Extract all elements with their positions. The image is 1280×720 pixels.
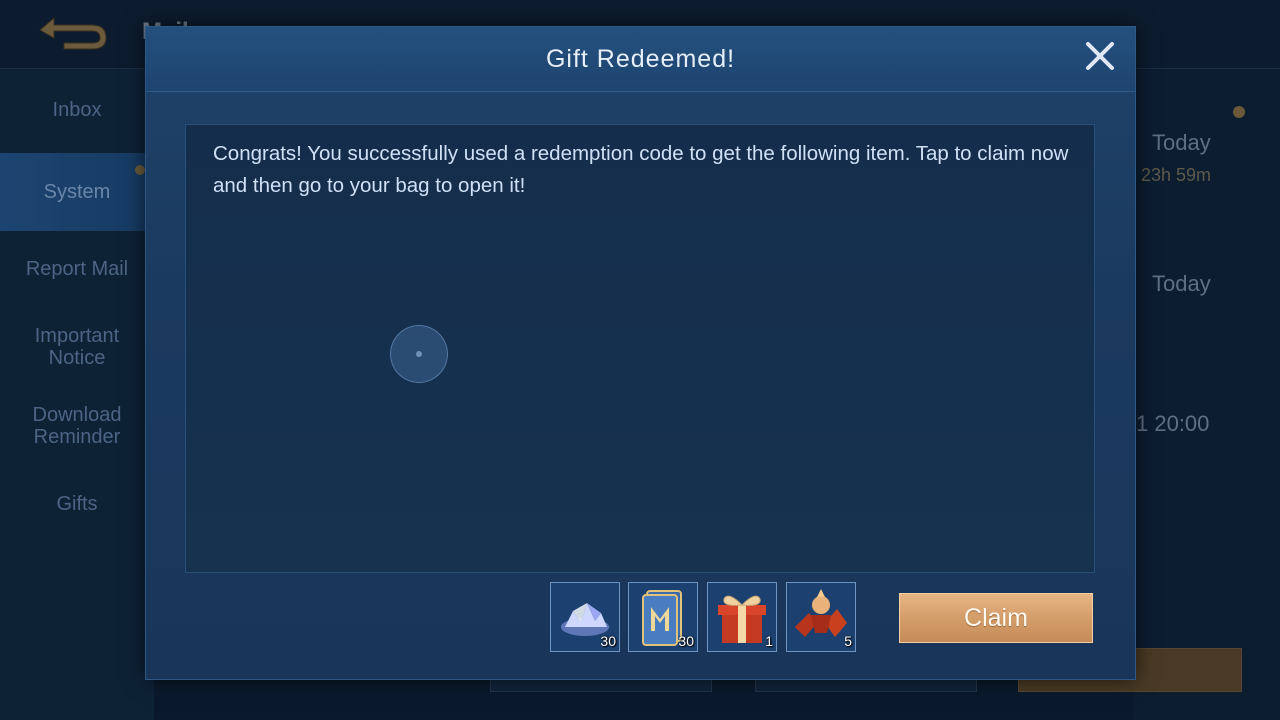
gift-redeemed-dialog: Gift Redeemed! Congrats! You successfull… (145, 26, 1136, 680)
message-panel: Congrats! You successfully used a redemp… (185, 124, 1095, 573)
reward-item-fragment[interactable]: 5 (786, 582, 856, 652)
mail-date: Today (1152, 271, 1211, 296)
close-icon[interactable] (1083, 39, 1117, 73)
reward-count: 5 (844, 633, 852, 649)
mail-sidebar: Inbox System Report Mail Important Notic… (0, 69, 154, 720)
reward-item-m-card[interactable]: 30 (628, 582, 698, 652)
mail-date: 1 20:00 (1136, 411, 1210, 436)
dialog-title: Gift Redeemed! (545, 45, 736, 73)
mail-remaining: 23h 59m (1141, 165, 1212, 185)
back-arrow-icon[interactable] (34, 10, 110, 52)
touch-indicator (390, 325, 448, 383)
reward-count: 30 (678, 633, 694, 649)
reward-item-crystal[interactable]: 30 (550, 582, 620, 652)
mail-date: Today (1152, 130, 1211, 155)
reward-item-gift-box[interactable]: 1 (707, 582, 777, 652)
sidebar-item-system[interactable]: System (0, 153, 154, 231)
sidebar-item-inbox[interactable]: Inbox (0, 99, 154, 121)
claim-button[interactable]: Claim (899, 593, 1093, 643)
sidebar-item-gifts[interactable]: Gifts (0, 493, 154, 515)
reward-count: 1 (765, 633, 773, 649)
dialog-header: Gift Redeemed! (146, 27, 1135, 92)
claim-label: Claim (964, 604, 1028, 632)
notification-dot (135, 165, 145, 175)
sidebar-item-report-mail[interactable]: Report Mail (0, 258, 154, 280)
unread-dot (1233, 106, 1245, 118)
sidebar-item-download-reminder[interactable]: Download Reminder (0, 404, 154, 448)
reward-count: 30 (600, 633, 616, 649)
message-text: Congrats! You successfully used a redemp… (213, 142, 1069, 197)
sidebar-item-important-notice[interactable]: Important Notice (0, 325, 154, 369)
